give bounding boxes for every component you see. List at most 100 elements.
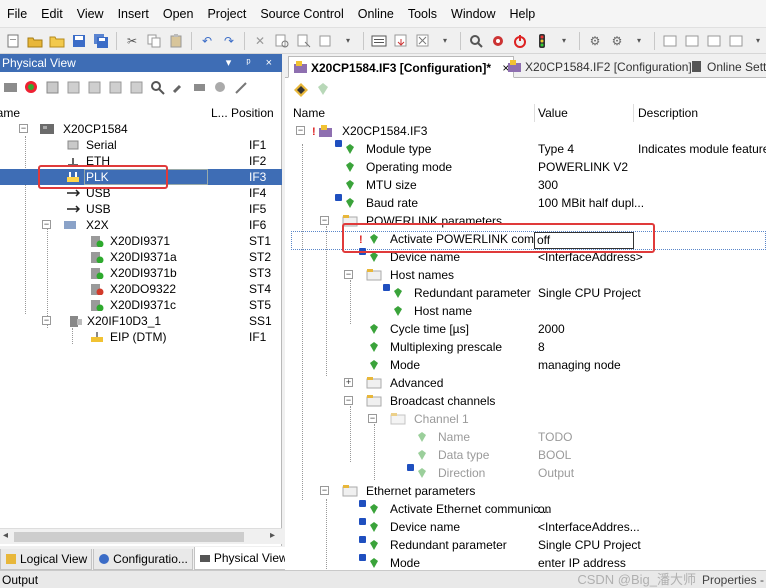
gem-filter-icon[interactable] xyxy=(318,83,328,95)
cut-icon[interactable]: ✂ xyxy=(123,32,141,50)
network-icon[interactable] xyxy=(191,79,208,96)
collapse-icon[interactable]: − xyxy=(42,316,51,325)
monitor-icon[interactable] xyxy=(467,32,485,50)
config-row-value[interactable]: on xyxy=(538,500,551,518)
menu-tools[interactable]: Tools xyxy=(401,0,444,28)
tree-row-serial[interactable]: Serial IF1 xyxy=(0,137,282,153)
column-description[interactable]: Description xyxy=(638,104,698,122)
tree-row-module[interactable]: X20DI9371c ST5 xyxy=(0,297,282,313)
tab-configuration-view[interactable]: Configuratio... xyxy=(93,549,193,570)
config-row-activate-ethernet[interactable]: Activate Ethernet communic... on xyxy=(285,500,766,518)
tree-row-module[interactable]: X20DO9322 ST4 xyxy=(0,281,282,297)
open-project-icon[interactable] xyxy=(26,32,44,50)
redo-icon[interactable]: ↷ xyxy=(220,32,238,50)
scroll-right-icon[interactable]: ▸ xyxy=(270,530,275,541)
menu-open[interactable]: Open xyxy=(156,0,201,28)
config-row-value[interactable]: Single CPU Project xyxy=(538,536,641,554)
column-l[interactable]: L... xyxy=(211,104,228,122)
config-row-mode[interactable]: Mode managing node xyxy=(285,356,766,374)
module-2-icon[interactable] xyxy=(65,79,82,96)
column-position[interactable]: Position xyxy=(231,104,274,122)
config-row-value[interactable]: POWERLINK V2 xyxy=(538,158,628,176)
tool-icon[interactable] xyxy=(233,79,250,96)
diamond-nav-icon[interactable] xyxy=(294,83,308,97)
config-row-root[interactable]: − ! X20CP1584.IF3 xyxy=(285,122,766,140)
dropdown-icon[interactable]: ▾ xyxy=(436,32,454,50)
config-row-baud-rate[interactable]: Baud rate 100 MBit half dupl... xyxy=(285,194,766,212)
config-row-cycle-time[interactable]: Cycle time [µs] 2000 xyxy=(285,320,766,338)
menu-file[interactable]: File xyxy=(0,0,34,28)
config-row-ethernet-device-name[interactable]: Device name <InterfaceAddres... xyxy=(285,518,766,536)
collapse-icon[interactable]: − xyxy=(320,486,329,495)
tab-physical-view[interactable]: Physical View xyxy=(193,547,293,570)
transfer-icon[interactable] xyxy=(392,32,410,50)
config-row-channel-1[interactable]: − Channel 1 xyxy=(285,410,766,428)
tree-row-eip[interactable]: EIP (DTM) IF1 xyxy=(0,329,282,345)
config-row-channel-name[interactable]: Name TODO xyxy=(285,428,766,446)
column-name[interactable]: Name xyxy=(0,104,20,122)
config-row-mtu-size[interactable]: MTU size 300 xyxy=(285,176,766,194)
column-value[interactable]: Value xyxy=(538,104,568,122)
goto-icon[interactable] xyxy=(317,32,335,50)
find-icon[interactable] xyxy=(273,32,291,50)
undo-icon[interactable]: ↶ xyxy=(198,32,216,50)
new-icon[interactable] xyxy=(4,32,22,50)
window-layout-4-icon[interactable] xyxy=(727,32,745,50)
config-row-direction[interactable]: Direction Output xyxy=(285,464,766,482)
config-row-module-type[interactable]: Module type Type 4 Indicates module feat… xyxy=(285,140,766,158)
config-row-value[interactable]: 300 xyxy=(538,176,558,194)
tab-if3-configuration[interactable]: X20CP1584.IF3 [Configuration]* × xyxy=(288,56,515,78)
collapse-icon[interactable]: − xyxy=(368,414,377,423)
tree-row-module[interactable]: X20DI9371b ST3 xyxy=(0,265,282,281)
paste-icon[interactable] xyxy=(167,32,185,50)
hardware-icon[interactable] xyxy=(2,79,19,96)
menu-project[interactable]: Project xyxy=(200,0,253,28)
config-row-value[interactable]: BOOL xyxy=(538,446,571,464)
gear-icon[interactable]: ⚙ xyxy=(586,32,604,50)
window-layout-2-icon[interactable] xyxy=(683,32,701,50)
collapse-icon[interactable]: − xyxy=(19,124,28,133)
config-row-value[interactable]: managing node xyxy=(538,356,621,374)
tree-row-if-module[interactable]: − X20IF10D3_1 SS1 xyxy=(0,313,282,329)
menu-help[interactable]: Help xyxy=(503,0,543,28)
color-wheel-icon[interactable] xyxy=(23,79,40,96)
config-row-value[interactable]: 2000 xyxy=(538,320,565,338)
window-layout-icon[interactable] xyxy=(661,32,679,50)
scrollbar-thumb[interactable] xyxy=(14,532,244,542)
config-row-value[interactable]: Type 4 xyxy=(538,140,574,158)
config-row-value[interactable]: TODO xyxy=(538,428,572,446)
dropdown-icon[interactable]: ▾ xyxy=(339,32,357,50)
collapse-icon[interactable]: − xyxy=(344,270,353,279)
replace-icon[interactable] xyxy=(295,32,313,50)
copy-icon[interactable] xyxy=(145,32,163,50)
module-5-icon[interactable] xyxy=(128,79,145,96)
panel-controls[interactable]: ▾ ᵖ × xyxy=(226,54,278,72)
delete-icon[interactable]: ✕ xyxy=(251,32,269,50)
config-row-value[interactable]: <InterfaceAddres... xyxy=(538,518,640,536)
config-row-value[interactable]: Output xyxy=(538,464,574,482)
expand-icon[interactable]: + xyxy=(344,378,353,387)
open-folder-icon[interactable] xyxy=(48,32,66,50)
scroll-left-icon[interactable]: ◂ xyxy=(3,530,8,541)
dropdown-icon[interactable]: ▾ xyxy=(555,32,573,50)
tree-row-module[interactable]: X20DI9371 ST1 xyxy=(0,233,282,249)
tree-row-x2x[interactable]: − X2X IF6 xyxy=(0,217,282,233)
config-row-value[interactable]: 8 xyxy=(538,338,545,356)
output-tab[interactable]: Output xyxy=(2,571,38,588)
menu-source-control[interactable]: Source Control xyxy=(253,0,350,28)
tree-row-cpu[interactable]: − X20CP1584 xyxy=(0,121,282,137)
wrench-icon[interactable] xyxy=(170,79,187,96)
tree-row-usb-2[interactable]: USB IF5 xyxy=(0,201,282,217)
config-row-value[interactable]: enter IP address xyxy=(538,554,626,570)
menu-view[interactable]: View xyxy=(70,0,111,28)
config-row-broadcast-channels[interactable]: − Broadcast channels xyxy=(285,392,766,410)
menu-edit[interactable]: Edit xyxy=(34,0,70,28)
online-settings-icon[interactable] xyxy=(489,32,507,50)
menu-online[interactable]: Online xyxy=(351,0,401,28)
search-icon[interactable] xyxy=(149,79,166,96)
tab-online-settings[interactable]: Online Setti xyxy=(685,56,766,78)
module-3-icon[interactable] xyxy=(86,79,103,96)
gear-settings-icon[interactable]: ⚙ xyxy=(608,32,626,50)
config-row-multiplexing-prescale[interactable]: Multiplexing prescale 8 xyxy=(285,338,766,356)
config-row-host-names[interactable]: − Host names xyxy=(285,266,766,284)
